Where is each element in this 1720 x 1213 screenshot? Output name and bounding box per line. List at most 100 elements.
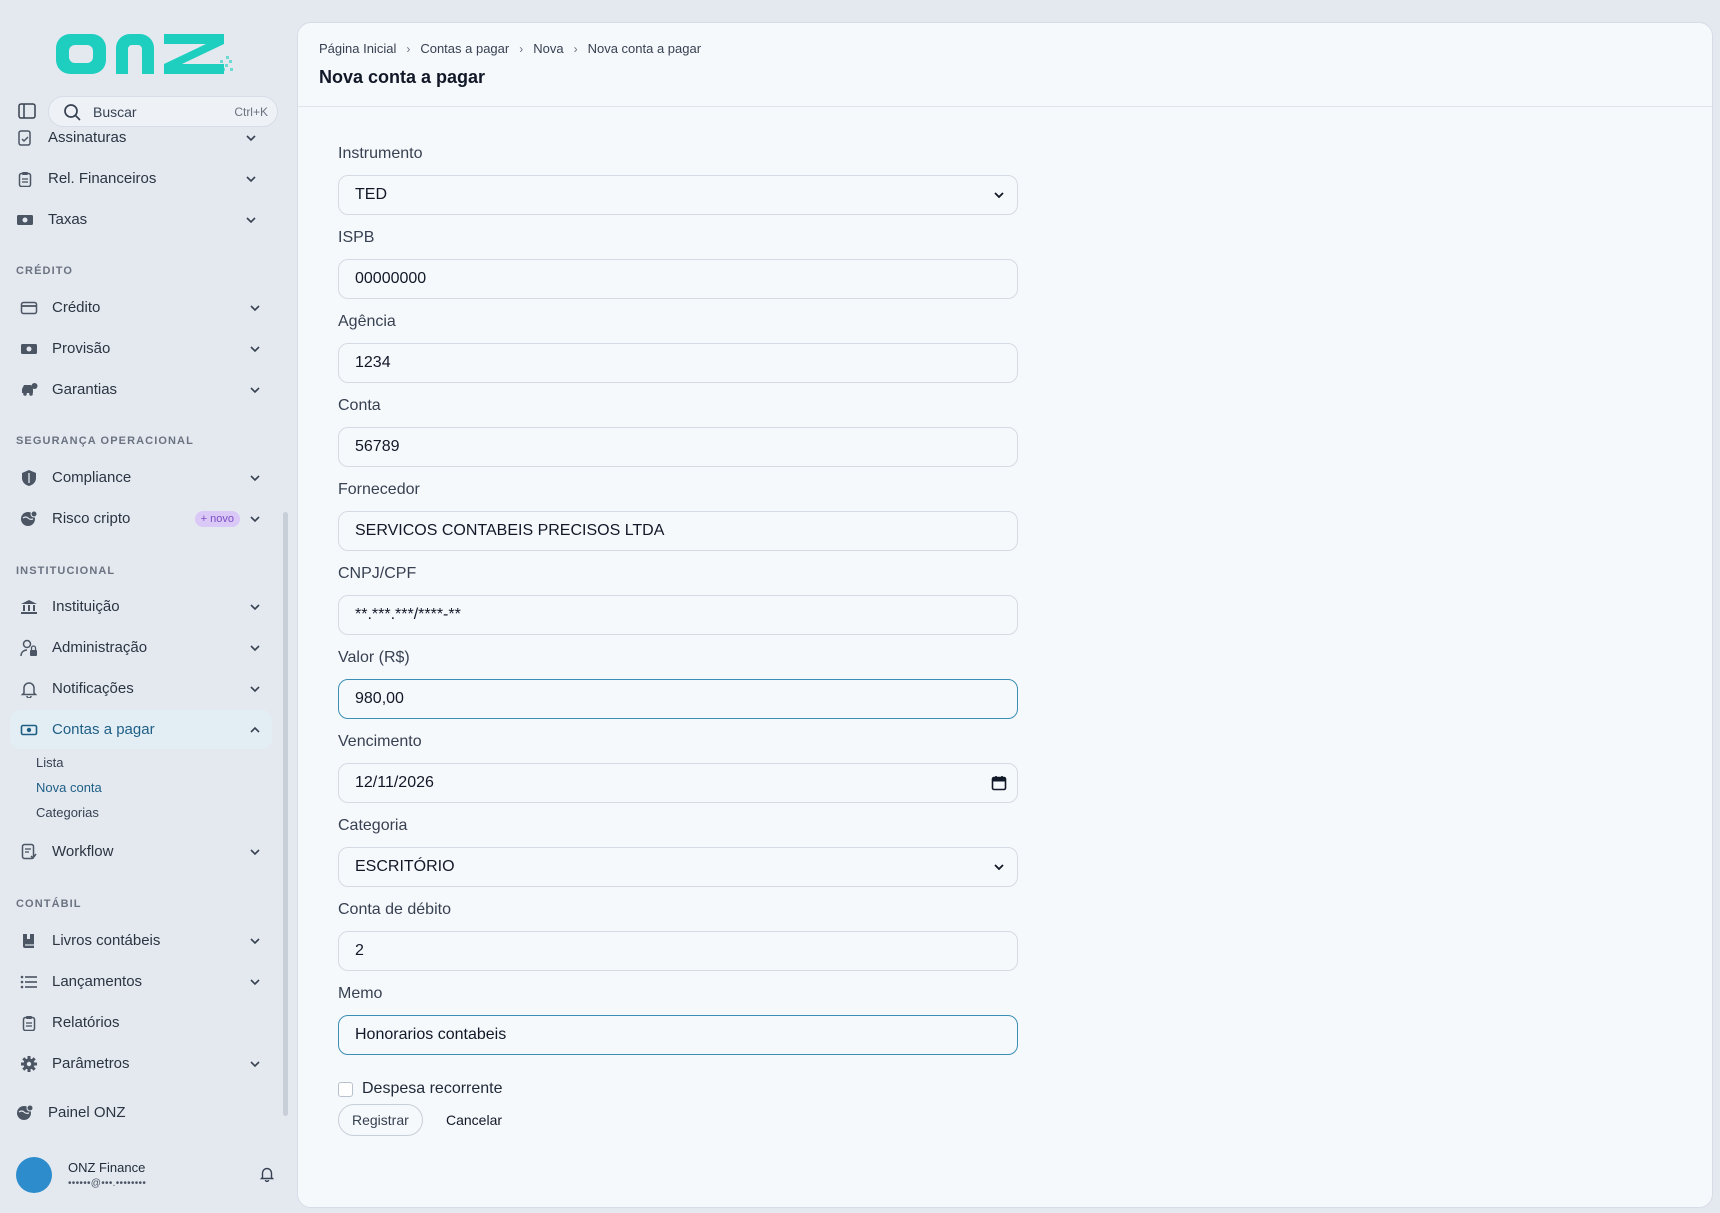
globe-icon (16, 1104, 34, 1122)
avatar[interactable] (16, 1157, 52, 1193)
recorrente-label: Despesa recorrente (362, 1080, 503, 1097)
workflow-icon (20, 843, 38, 861)
sidebar-item-label: Rel. Financeiros (48, 170, 157, 187)
section-title-credito: CRÉDITO (16, 265, 74, 277)
ispb-field[interactable]: 00000000 (338, 259, 1018, 299)
cnpj-field[interactable]: **.***.***/****-** (338, 595, 1018, 635)
sidebar-nav: Assinaturas Rel. Financeiros Taxas CRÉDI… (0, 130, 296, 1130)
sidebar-item-workflow[interactable]: Workflow (10, 832, 272, 871)
breadcrumb: Página Inicial › Contas a pagar › Nova ›… (319, 41, 701, 56)
vencimento-date-field[interactable]: 12/11/2026 (338, 763, 1018, 803)
subitem-nova-conta[interactable]: Nova conta (36, 780, 102, 795)
calendar-icon[interactable] (991, 775, 1007, 791)
chevron-down-icon (246, 134, 256, 141)
sidebar-item-label: Assinaturas (48, 130, 127, 146)
bell-icon[interactable] (259, 1166, 275, 1182)
sidebar-item-contas-a-pagar[interactable]: Contas a pagar (10, 710, 272, 749)
money-icon (20, 721, 38, 739)
sidebar-scrollbar[interactable] (283, 512, 288, 1116)
sidebar-item-painel-onz[interactable]: Painel ONZ (6, 1093, 268, 1130)
main-panel: Página Inicial › Contas a pagar › Nova ›… (297, 22, 1713, 1208)
gear-icon (20, 1055, 38, 1073)
search-placeholder: Buscar (93, 103, 137, 120)
page-header: Página Inicial › Contas a pagar › Nova ›… (298, 23, 1712, 107)
chevron-down-icon (250, 1060, 260, 1067)
sidebar-item-parametros[interactable]: Parâmetros (10, 1044, 272, 1083)
new-badge: + novo (194, 510, 240, 527)
recorrente-checkbox[interactable] (338, 1081, 353, 1097)
sidebar-item-garantias[interactable]: Garantias (10, 370, 272, 409)
valor-label: Valor (R$) (338, 649, 410, 666)
breadcrumb-current: Nova conta a pagar (587, 41, 702, 56)
sidebar-item-livros-contabeis[interactable]: Livros contábeis (10, 921, 272, 960)
globe-icon (20, 510, 38, 528)
recorrente-checkbox-row[interactable]: Despesa recorrente (338, 1080, 503, 1098)
shield-icon (20, 469, 38, 487)
sidebar-item-notificacoes[interactable]: Notificações (10, 669, 272, 708)
card-icon (20, 299, 38, 317)
user-profile: ONZ Finance ••••••@•••.•••••••• (16, 1157, 286, 1193)
conta-debito-field[interactable]: 2 (338, 931, 1018, 971)
search-input[interactable]: Buscar Ctrl+K (48, 96, 278, 127)
doc-check-icon (16, 130, 34, 147)
onz-logo (56, 34, 233, 74)
ispb-value: 00000000 (355, 270, 427, 287)
sidebar-item-provisao[interactable]: Provisão (10, 329, 272, 368)
valor-value: 980,00 (355, 690, 404, 707)
sidebar-item-label: Painel ONZ (48, 1104, 126, 1121)
conta-value: 56789 (355, 438, 400, 455)
chevron-down-icon (994, 864, 1004, 871)
sidebar-item-taxas[interactable]: Taxas (6, 200, 268, 239)
breadcrumb-item[interactable]: Nova (533, 41, 563, 56)
sidebar-item-lancamentos[interactable]: Lançamentos (10, 962, 272, 1001)
agencia-field[interactable]: 1234 (338, 343, 1018, 383)
bell-icon (20, 680, 38, 698)
subitem-lista[interactable]: Lista (36, 755, 63, 770)
memo-field[interactable]: Honorarios contabeis (338, 1015, 1018, 1055)
instrumento-select[interactable]: TED (338, 175, 1018, 215)
breadcrumb-item[interactable]: Contas a pagar (420, 41, 509, 56)
valor-field[interactable]: 980,00 (338, 679, 1018, 719)
sidebar-toggle-icon[interactable] (18, 103, 36, 119)
page-title: Nova conta a pagar (319, 67, 486, 87)
sidebar-item-compliance[interactable]: Compliance (10, 458, 272, 497)
agencia-label: Agência (338, 313, 396, 330)
cnpj-value: **.***.***/****-** (355, 606, 461, 623)
chevron-down-icon (250, 978, 260, 985)
sidebar-item-label: Taxas (48, 211, 88, 228)
cnpj-label: CNPJ/CPF (338, 565, 417, 582)
sidebar-item-label: Crédito (52, 299, 101, 316)
sidebar-item-relatorios[interactable]: Relatórios (10, 1003, 272, 1042)
cancel-button[interactable]: Cancelar (446, 1104, 502, 1136)
sidebar-item-label: Notificações (52, 680, 134, 697)
conta-debito-label: Conta de débito (338, 901, 451, 918)
fornecedor-value: SERVICOS CONTABEIS PRECISOS LTDA (355, 522, 665, 539)
instrumento-value: TED (355, 186, 387, 203)
sidebar-item-rel-financeiros[interactable]: Rel. Financeiros (6, 159, 268, 198)
subitem-categorias[interactable]: Categorias (36, 805, 99, 820)
sidebar-item-label: Parâmetros (52, 1055, 130, 1072)
sidebar-item-credito[interactable]: Crédito (10, 288, 272, 327)
sidebar-item-administracao[interactable]: Administração (10, 628, 272, 667)
sidebar-item-assinaturas[interactable]: Assinaturas (6, 130, 268, 157)
chevron-down-icon (246, 216, 256, 223)
fornecedor-label: Fornecedor (338, 481, 420, 498)
clipboard-icon (20, 1014, 38, 1032)
sidebar-item-label: Garantias (52, 381, 118, 398)
register-button[interactable]: Registrar (338, 1104, 423, 1136)
user-email: ••••••@•••.•••••••• (68, 1178, 147, 1189)
sidebar-item-instituicao[interactable]: Instituição (10, 587, 272, 626)
chevron-down-icon (250, 386, 260, 393)
vencimento-label: Vencimento (338, 733, 422, 750)
categoria-select[interactable]: ESCRITÓRIO (338, 847, 1018, 887)
search-icon (64, 103, 81, 120)
instrumento-label: Instrumento (338, 145, 423, 162)
list-icon (20, 973, 38, 991)
breadcrumb-item[interactable]: Página Inicial (319, 41, 396, 56)
sidebar-item-label: Administração (52, 639, 148, 656)
section-title-seguranca: SEGURANÇA OPERACIONAL (16, 435, 194, 447)
book-icon (20, 932, 38, 950)
sidebar-item-risco-cripto[interactable]: Risco cripto + novo (10, 499, 272, 538)
conta-field[interactable]: 56789 (338, 427, 1018, 467)
fornecedor-field[interactable]: SERVICOS CONTABEIS PRECISOS LTDA (338, 511, 1018, 551)
